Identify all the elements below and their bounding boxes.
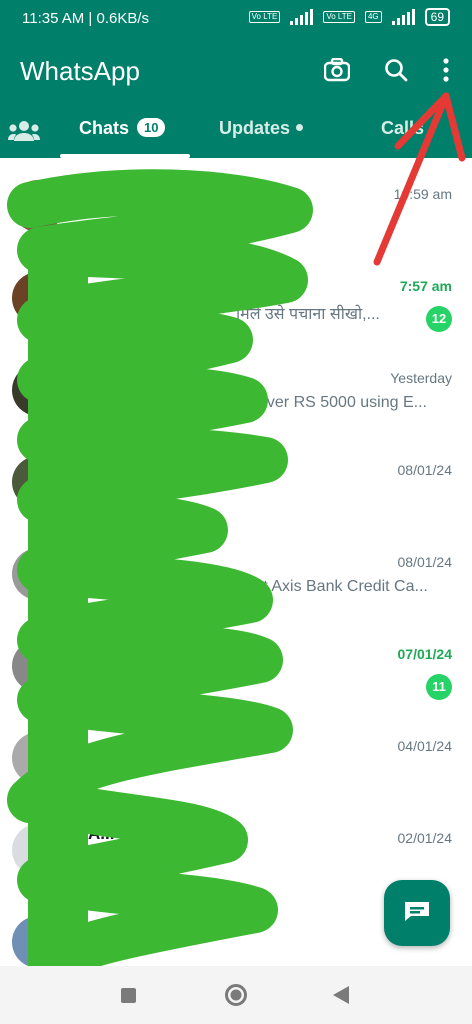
toolbar-actions (323, 57, 450, 87)
tab-calls[interactable]: Calls (381, 118, 424, 139)
unread-badge: 12 (426, 306, 452, 332)
avatar[interactable] (12, 456, 64, 508)
app-title: WhatsApp (20, 56, 140, 86)
avatar[interactable] (12, 824, 64, 876)
status-time-speed: 11:35 AM | 0.6KB/s (22, 10, 150, 27)
chat-preview: मिले उसे पचाना सीखो,... (236, 306, 380, 323)
system-nav-bar (0, 966, 472, 1024)
volte-tag-2: Vo LTE (323, 11, 355, 23)
chat-time: 02/01/24 (397, 830, 453, 846)
chat-row[interactable]: Yesterday over RS 5000 using E... (0, 342, 472, 432)
chat-row[interactable]: 10:59 am (0, 158, 472, 248)
avatar[interactable] (12, 548, 64, 600)
chat-time: 08/01/24 (397, 554, 453, 570)
camera-icon[interactable] (323, 57, 351, 87)
search-icon[interactable] (384, 58, 408, 87)
more-options-icon[interactable] (442, 58, 450, 87)
new-chat-icon (403, 899, 431, 928)
tab-updates[interactable]: Updates (219, 118, 304, 139)
avatar[interactable] (12, 732, 64, 784)
communities-icon[interactable] (8, 120, 40, 147)
recents-icon[interactable] (121, 988, 136, 1008)
signal-icon-2 (391, 9, 415, 25)
chat-preview: over RS 5000 using E... (258, 394, 427, 411)
chat-time: 07/01/24 (397, 646, 453, 662)
tab-chats-label: Chats (79, 118, 130, 138)
chats-unread-count: 10 (137, 118, 166, 137)
chat-time: 04/01/24 (397, 738, 453, 754)
chat-row[interactable]: 04/01/24 (0, 710, 472, 800)
chat-time: 08/01/24 (397, 462, 453, 478)
chat-row[interactable]: 08/01/24 (0, 434, 472, 524)
avatar[interactable] (12, 272, 64, 324)
chat-preview: rt Axis Bank Credit Ca... (258, 578, 428, 595)
chat-time: Yesterday (390, 370, 452, 386)
status-icons: Vo LTE Vo LTE 4G 69 (248, 8, 450, 26)
network-4g-tag: 4G (364, 11, 382, 23)
avatar[interactable] (12, 364, 64, 416)
avatar[interactable] (12, 916, 64, 968)
new-chat-button[interactable] (384, 880, 450, 946)
updates-dot (296, 124, 304, 131)
tab-bar: Chats 10 Updates Calls (0, 112, 472, 158)
chat-list[interactable]: 10:59 am 7:57 am मिले उसे पचाना सीखो,...… (0, 158, 472, 968)
avatar[interactable] (12, 180, 64, 232)
chat-row[interactable]: 02/01/24 A... ...put (0, 802, 472, 892)
avatar[interactable] (12, 640, 64, 692)
tab-chats[interactable]: Chats 10 (79, 118, 166, 139)
battery-icon: 69 (424, 8, 450, 26)
chat-time: 10:59 am (393, 186, 452, 202)
top-app-bar: 11:35 AM | 0.6KB/s Vo LTE Vo LTE 4G 69 W… (0, 0, 472, 158)
signal-icon-1 (290, 9, 314, 25)
chat-row[interactable]: 7:57 am मिले उसे पचाना सीखो,... 12 (0, 250, 472, 340)
volte-tag-1: Vo LTE (248, 11, 281, 23)
home-icon[interactable] (224, 983, 248, 1012)
tab-updates-label: Updates (219, 118, 291, 138)
back-icon[interactable] (333, 986, 349, 1009)
tab-calls-label: Calls (381, 118, 425, 138)
chat-row[interactable]: 07/01/24 11 (0, 618, 472, 708)
chat-name: A... ...put (88, 824, 160, 843)
chat-row[interactable]: 08/01/24 rt Axis Bank Credit Ca... (0, 526, 472, 616)
chat-time: 7:57 am (399, 278, 452, 294)
unread-badge: 11 (426, 674, 452, 700)
